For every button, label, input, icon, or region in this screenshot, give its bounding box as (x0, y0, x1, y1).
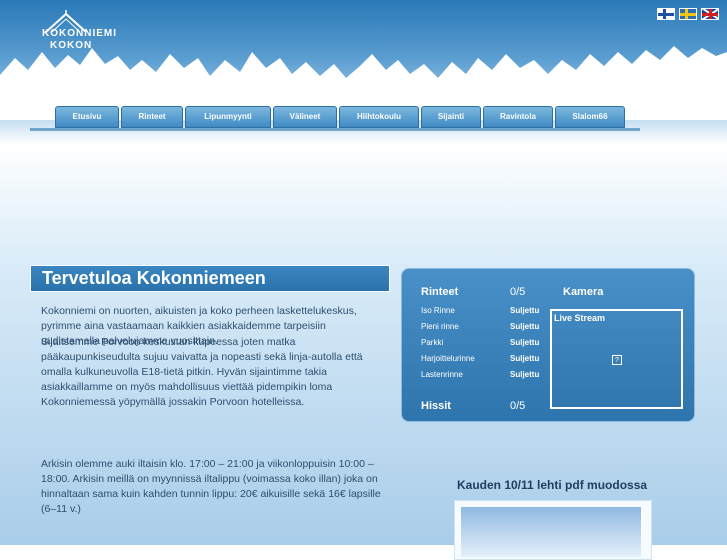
nav-item-etusivu[interactable]: Etusivu (55, 106, 119, 128)
slope-status: Suljettu (510, 338, 540, 347)
slope-row: Lastenrinne Suljettu (421, 370, 551, 382)
slope-name: Parkki (421, 338, 444, 347)
slope-name: Lastenrinne (421, 370, 463, 379)
page-title: Tervetuloa Kokonniemeen (30, 265, 390, 292)
magazine-title[interactable]: Kauden 10/11 lehti pdf muodossa (457, 478, 647, 492)
slope-row: Pieni rinne Suljettu (421, 322, 551, 334)
slope-status: Suljettu (510, 322, 540, 331)
slopes-count: 0/5 (510, 286, 526, 298)
magazine-cover-image[interactable] (454, 500, 652, 560)
camera-title: Kamera (563, 286, 604, 298)
nav-item-rinteet[interactable]: Rinteet (121, 106, 183, 128)
swedish-flag-icon[interactable] (679, 8, 697, 20)
nav-item-lipunmyynti[interactable]: Lipunmyynti (185, 106, 271, 128)
opening-hours-paragraph: Arkisin olemme auki iltaisin klo. 17:00 … (41, 458, 381, 515)
nav-item-sijainti[interactable]: Sijainti (421, 106, 481, 128)
slope-row: Parkki Suljettu (421, 338, 551, 350)
slope-status: Suljettu (510, 370, 540, 379)
slopes-title: Rinteet (421, 286, 459, 298)
live-stream-label: Live Stream (554, 313, 606, 323)
location-paragraph: Sijaitsemme Porvoon keskustan kupeessa j… (41, 336, 363, 408)
nav-item-slalom66[interactable]: Slalom66 (555, 106, 625, 128)
lifts-title: Hissit (421, 400, 451, 412)
slope-status: Suljettu (510, 306, 540, 315)
language-flags (657, 8, 719, 20)
finnish-flag-icon[interactable] (657, 8, 675, 20)
slope-status: Suljettu (510, 354, 540, 363)
live-stream-player[interactable]: Live Stream ? (550, 309, 683, 409)
slope-name: Pieni rinne (421, 322, 459, 331)
nav-item-hiihtokoulu[interactable]: Hiihtokoulu (339, 106, 419, 128)
status-panel: Rinteet 0/5 Iso Rinne Suljettu Pieni rin… (401, 268, 695, 422)
logo-line2: KOKON (50, 40, 93, 51)
slope-row: Harjoittelurinne Suljettu (421, 354, 551, 366)
magazine-cover-picture (461, 507, 641, 557)
main-nav: Etusivu Rinteet Lipunmyynti Välineet Hii… (55, 106, 625, 128)
missing-plugin-icon[interactable]: ? (612, 355, 622, 365)
nav-divider (30, 128, 640, 131)
english-flag-icon[interactable] (701, 8, 719, 20)
lifts-count: 0/5 (510, 400, 526, 412)
slope-name: Harjoittelurinne (421, 354, 475, 363)
slope-row: Iso Rinne Suljettu (421, 306, 551, 318)
slope-name: Iso Rinne (421, 306, 455, 315)
nav-item-valineet[interactable]: Välineet (273, 106, 337, 128)
logo-line1: KOKONNIEMI (42, 28, 117, 39)
nav-item-ravintola[interactable]: Ravintola (483, 106, 553, 128)
